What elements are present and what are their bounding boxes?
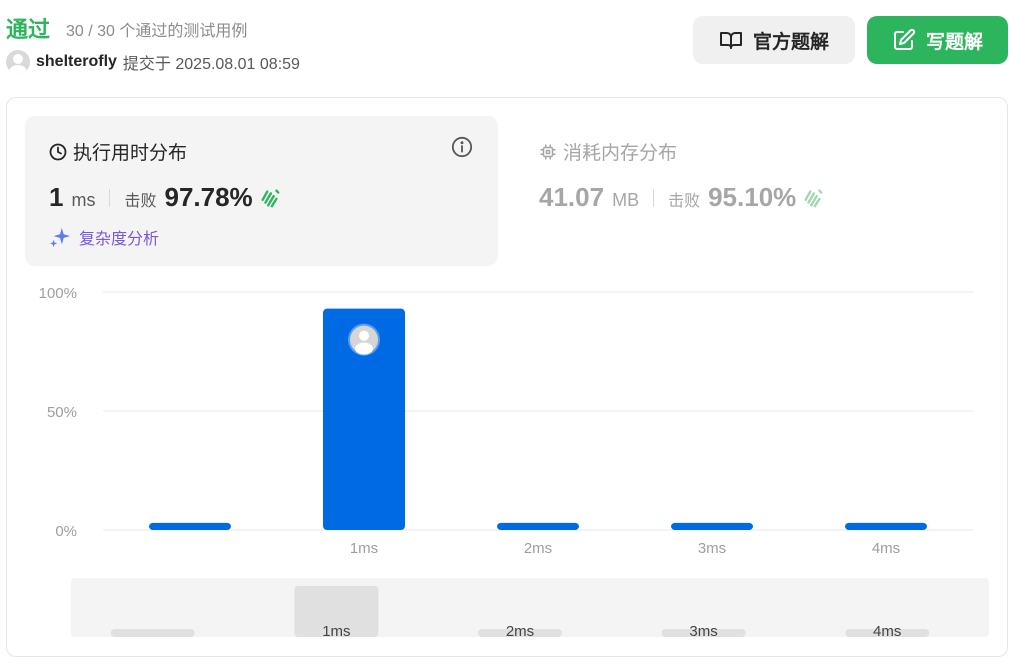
navigator-label: 4ms — [873, 623, 901, 640]
y-tick-label: 0% — [55, 523, 77, 540]
x-tick-label: 3ms — [698, 540, 726, 557]
chart-bar[interactable] — [497, 522, 579, 530]
chart-bar[interactable] — [149, 522, 231, 530]
y-tick-label: 50% — [47, 404, 77, 421]
y-tick-label: 100% — [39, 285, 77, 302]
avatar-head — [359, 330, 369, 341]
avatar-body — [355, 342, 373, 355]
navigator-label: 2ms — [506, 623, 534, 640]
runtime-distribution-chart[interactable]: 0% 50% 100% 1ms 2ms 3ms 4ms 1ms 2ms 3ms 4ms — [0, 0, 1017, 667]
navigator-label: 1ms — [322, 623, 350, 640]
x-tick-label: 1ms — [350, 540, 378, 557]
navigator-bar — [110, 629, 195, 637]
x-tick-label: 2ms — [524, 540, 552, 557]
navigator-label: 3ms — [689, 623, 717, 640]
chart-bar[interactable] — [845, 522, 927, 530]
x-tick-label: 4ms — [872, 540, 900, 557]
chart-bar[interactable] — [671, 522, 753, 530]
